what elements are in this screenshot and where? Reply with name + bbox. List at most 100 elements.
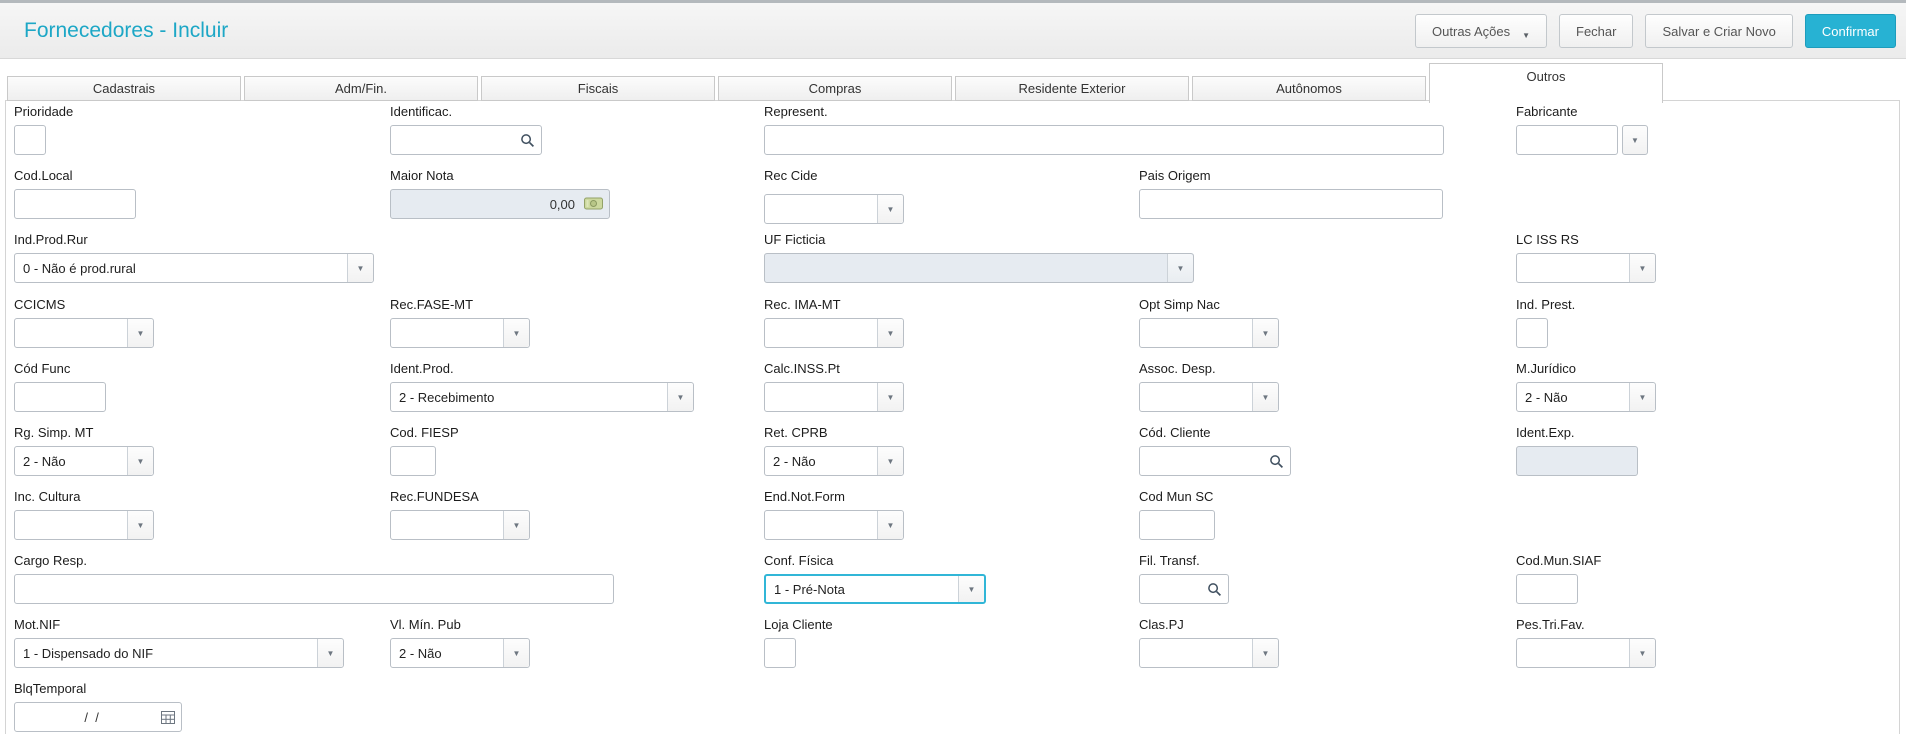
calc-inss-pt-label: Calc.INSS.Pt [764,361,840,376]
end-not-form-select[interactable]: ▼ [764,510,904,540]
identificac-label: Identificac. [390,104,453,119]
opt-simp-nac-select[interactable]: ▼ [1139,318,1279,348]
salvar-e-criar-novo-button[interactable]: Salvar e Criar Novo [1645,14,1793,48]
field-assoc-desp: Assoc. Desp. ▼ [1139,361,1279,412]
ind-prod-rur-select[interactable]: 0 - Não é prod.rural ▼ [14,253,374,283]
loja-cliente-input[interactable] [764,638,796,668]
ident-exp-label: Ident.Exp. [1516,425,1575,440]
represent-input[interactable] [764,125,1444,155]
field-end-not-form: End.Not.Form ▼ [764,489,904,540]
field-identificac: Identificac. [390,104,542,155]
mot-nif-select[interactable]: 1 - Dispensado do NIF ▼ [14,638,344,668]
vl-min-pub-select[interactable]: 2 - Não ▼ [390,638,530,668]
uf-ficticia-value [765,254,1167,282]
rec-ima-mt-label: Rec. IMA-MT [764,297,841,312]
rec-cide-select[interactable]: ▼ [764,194,904,224]
fechar-button[interactable]: Fechar [1559,14,1634,48]
search-icon[interactable] [1269,454,1284,469]
cod-fiesp-label: Cod. FIESP [390,425,459,440]
lc-iss-rs-select[interactable]: ▼ [1516,253,1656,283]
ccicms-select[interactable]: ▼ [14,318,154,348]
tab-outros-active[interactable]: Outros [1429,63,1663,103]
fabricante-dropdown-button[interactable]: ▼ [1622,125,1648,155]
ident-prod-label: Ident.Prod. [390,361,454,376]
cod-func-input[interactable] [14,382,106,412]
blq-temporal-label: BlqTemporal [14,681,87,696]
fornecedores-incluir-window: Fornecedores - Incluir Outras Ações ▼ Fe… [0,0,1906,734]
inc-cultura-select[interactable]: ▼ [14,510,154,540]
cod-mun-siaf-input[interactable] [1516,574,1578,604]
rec-ima-mt-select[interactable]: ▼ [764,318,904,348]
chevron-down-icon: ▼ [503,319,529,347]
header-bar: Fornecedores - Incluir Outras Ações ▼ Fe… [0,3,1906,59]
outras-acoes-button[interactable]: Outras Ações ▼ [1415,14,1548,48]
chevron-down-icon: ▼ [1252,319,1278,347]
vl-min-pub-label: Vl. Mín. Pub [390,617,461,632]
rec-fase-mt-select[interactable]: ▼ [390,318,530,348]
chevron-down-icon: ▼ [877,511,903,539]
chevron-down-icon: ▼ [1522,30,1531,40]
fabricante-input[interactable] [1516,125,1618,155]
assoc-desp-select[interactable]: ▼ [1139,382,1279,412]
rg-simp-mt-select[interactable]: 2 - Não ▼ [14,446,154,476]
ret-cprb-value: 2 - Não [773,453,816,469]
calendar-icon[interactable] [161,710,175,724]
pes-tri-fav-value [1517,639,1629,667]
chevron-down-icon: ▼ [877,319,903,347]
clas-pj-select[interactable]: ▼ [1139,638,1279,668]
tab-fiscais[interactable]: Fiscais [481,76,715,101]
rg-simp-mt-label: Rg. Simp. MT [14,425,94,440]
chevron-down-icon: ▼ [1252,383,1278,411]
rec-cide-value [765,195,877,223]
m-juridico-select[interactable]: 2 - Não ▼ [1516,382,1656,412]
chevron-down-icon: ▼ [127,447,153,475]
clas-pj-label: Clas.PJ [1139,617,1184,632]
field-opt-simp-nac: Opt Simp Nac ▼ [1139,297,1279,348]
field-cod-mun-sc: Cod Mun SC [1139,489,1215,540]
field-prioridade: Prioridade [14,104,73,155]
end-not-form-value [765,511,877,539]
chevron-down-icon: ▼ [347,254,373,282]
tab-autonomos[interactable]: Autônomos [1192,76,1426,101]
cod-mun-sc-input[interactable] [1139,510,1215,540]
cargo-resp-input[interactable] [14,574,614,604]
chevron-down-icon: ▼ [317,639,343,667]
ret-cprb-label: Ret. CPRB [764,425,828,440]
prioridade-input[interactable] [14,125,46,155]
calc-inss-pt-select[interactable]: ▼ [764,382,904,412]
ret-cprb-select[interactable]: 2 - Não ▼ [764,446,904,476]
cod-fiesp-input[interactable] [390,446,436,476]
field-maior-nota: Maior Nota [390,168,610,219]
cod-local-input[interactable] [14,189,136,219]
ident-prod-select[interactable]: 2 - Recebimento ▼ [390,382,694,412]
rec-fase-mt-value [391,319,503,347]
pes-tri-fav-select[interactable]: ▼ [1516,638,1656,668]
search-icon[interactable] [1207,582,1222,597]
field-blq-temporal: BlqTemporal [14,681,182,732]
conf-fisica-select[interactable]: 1 - Pré-Nota ▼ [764,574,986,604]
field-ret-cprb: Ret. CPRB 2 - Não ▼ [764,425,904,476]
cod-mun-sc-label: Cod Mun SC [1139,489,1214,504]
chevron-down-icon: ▼ [503,639,529,667]
field-ident-prod: Ident.Prod. 2 - Recebimento ▼ [390,361,694,412]
maior-nota-label: Maior Nota [390,168,454,183]
search-icon[interactable] [520,133,535,148]
rec-fundesa-select[interactable]: ▼ [390,510,530,540]
field-fil-transf: Fil. Transf. [1139,553,1229,604]
pais-origem-input[interactable] [1139,189,1443,219]
field-rec-fundesa: Rec.FUNDESA ▼ [390,489,530,540]
tab-adm-fin[interactable]: Adm/Fin. [244,76,478,101]
tab-residente-exterior[interactable]: Residente Exterior [955,76,1189,101]
confirmar-button[interactable]: Confirmar [1804,14,1896,48]
chevron-down-icon: ▼ [667,383,693,411]
mot-nif-value: 1 - Dispensado do NIF [23,645,154,661]
chevron-down-icon: ▼ [877,447,903,475]
chevron-down-icon: ▼ [503,511,529,539]
blq-temporal-input[interactable] [14,702,182,732]
cod-func-label: Cód Func [14,361,71,376]
tab-cadastrais[interactable]: Cadastrais [7,76,241,101]
inc-cultura-value [15,511,127,539]
tab-compras[interactable]: Compras [718,76,952,101]
ind-prest-input[interactable] [1516,318,1548,348]
opt-simp-nac-label: Opt Simp Nac [1139,297,1220,312]
